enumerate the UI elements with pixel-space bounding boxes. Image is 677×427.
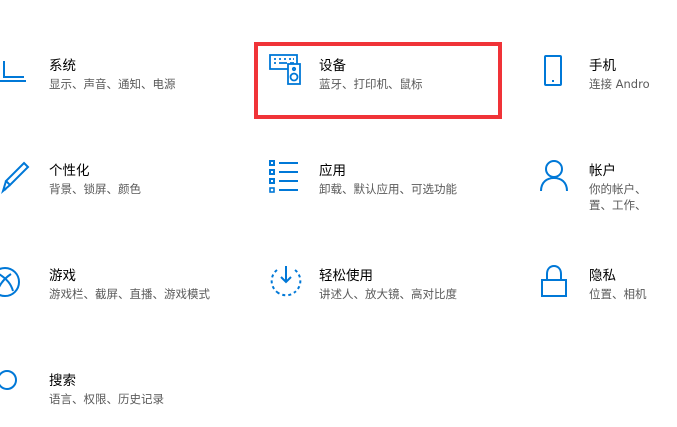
phone-icon <box>535 52 575 92</box>
tile-privacy[interactable]: 隐私 位置、相机 <box>535 260 677 310</box>
tile-title: 设备 <box>319 58 346 74</box>
tile-apps[interactable]: 应用 卸载、默认应用、可选功能 <box>262 155 492 205</box>
tile-ease-of-access[interactable]: 轻松使用 讲述人、放大镜、高对比度 <box>262 260 492 310</box>
tile-desc: 蓝牙、打印机、鼠标 <box>319 77 423 91</box>
lock-icon <box>535 262 575 302</box>
tile-title: 个性化 <box>49 163 90 179</box>
tile-desc: 游戏栏、截屏、直播、游戏模式 <box>49 287 210 301</box>
ease-of-access-icon <box>266 261 306 301</box>
tile-title: 手机 <box>589 58 616 74</box>
tile-desc: 讲述人、放大镜、高对比度 <box>319 287 457 301</box>
tile-desc: 你的帐户、 <box>589 182 647 196</box>
tile-accounts[interactable]: 帐户 你的帐户、 置、工作、 <box>535 155 677 215</box>
tile-search[interactable]: 搜索 语言、权限、历史记录 <box>0 365 220 415</box>
tile-desc: 卸载、默认应用、可选功能 <box>319 182 457 196</box>
person-icon <box>535 157 575 197</box>
tile-desc: 显示、声音、通知、电源 <box>49 77 176 91</box>
tile-title: 隐私 <box>589 268 616 284</box>
tile-personalization[interactable]: 个性化 背景、锁屏、颜色 <box>0 155 220 205</box>
pen-icon <box>0 158 34 198</box>
tile-title: 帐户 <box>589 163 616 179</box>
tile-title: 系统 <box>49 58 76 74</box>
keyboard-speaker-icon <box>267 50 307 90</box>
tile-desc: 语言、权限、历史记录 <box>49 392 164 406</box>
tile-gaming[interactable]: 游戏 游戏栏、截屏、直播、游戏模式 <box>0 260 240 310</box>
tile-desc-line2: 置、工作、 <box>589 198 647 212</box>
settings-page: 系统 显示、声音、通知、电源 设备 蓝牙、打印机、鼠标 手机 连接 Andro <box>0 0 677 427</box>
laptop-icon <box>0 52 32 92</box>
tile-title: 轻松使用 <box>319 268 373 284</box>
search-icon <box>0 360 27 400</box>
tile-title: 应用 <box>319 163 346 179</box>
tile-desc: 背景、锁屏、颜色 <box>49 182 141 196</box>
tile-title: 搜索 <box>49 373 76 389</box>
tile-system[interactable]: 系统 显示、声音、通知、电源 <box>0 50 220 100</box>
tile-desc: 连接 Andro <box>589 77 650 91</box>
tile-desc: 位置、相机 <box>589 287 647 301</box>
tile-devices[interactable]: 设备 蓝牙、打印机、鼠标 <box>262 50 492 100</box>
tile-title: 游戏 <box>49 268 76 284</box>
xbox-icon <box>0 262 25 302</box>
tile-phone[interactable]: 手机 连接 Andro <box>535 50 677 100</box>
app-list-icon <box>265 157 305 197</box>
